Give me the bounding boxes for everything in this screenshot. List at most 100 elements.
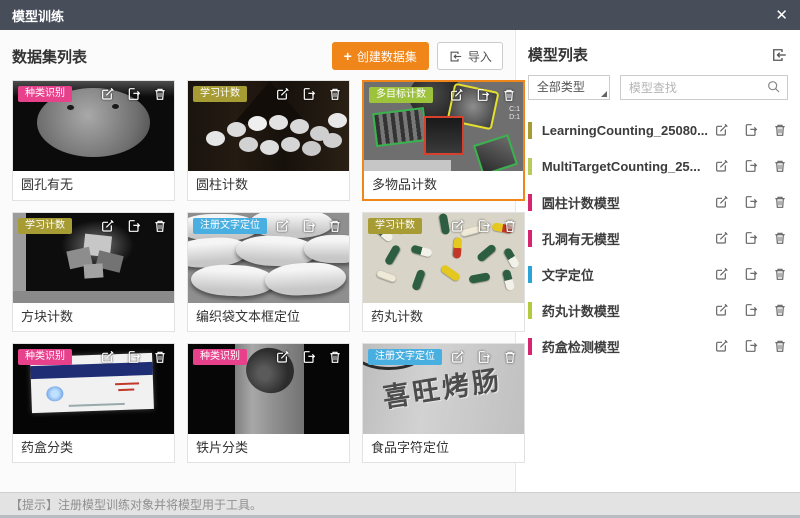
edit-icon[interactable] [450, 349, 466, 365]
thumb-shape [411, 245, 433, 258]
edit-icon[interactable] [449, 87, 465, 103]
trash-icon[interactable] [152, 349, 168, 365]
model-actions [714, 122, 788, 138]
model-row[interactable]: 药盒检测模型 [528, 328, 788, 364]
edit-icon[interactable] [714, 302, 730, 318]
dropdown-corner-icon [601, 91, 607, 97]
trash-icon[interactable] [772, 122, 788, 138]
dataset-panel-title: 数据集列表 [12, 46, 87, 67]
trash-icon[interactable] [152, 86, 168, 102]
dataset-card[interactable]: 种类识别 铁片分类 [187, 343, 350, 463]
model-search-input[interactable] [620, 75, 788, 100]
export-icon[interactable] [743, 122, 759, 138]
export-icon[interactable] [126, 349, 142, 365]
export-icon[interactable] [475, 87, 491, 103]
export-icon[interactable] [743, 338, 759, 354]
model-search [620, 75, 788, 100]
export-icon[interactable] [743, 194, 759, 210]
export-icon[interactable] [301, 86, 317, 102]
trash-icon[interactable] [772, 230, 788, 246]
export-icon[interactable] [476, 218, 492, 234]
model-name: 孔洞有无模型 [542, 229, 708, 248]
dataset-card[interactable]: 种类识别 药盒分类 [12, 343, 175, 463]
dataset-type-tag: 种类识别 [193, 349, 247, 365]
thumb-shape [375, 269, 397, 284]
thumb-bounding-box-red [424, 116, 464, 155]
export-icon[interactable] [301, 349, 317, 365]
dataset-type-tag: 学习计数 [18, 218, 72, 234]
thumb-shape [502, 269, 515, 291]
trash-icon[interactable] [772, 158, 788, 174]
export-icon[interactable] [743, 158, 759, 174]
dataset-card[interactable]: 种类识别 圆孔有无 [12, 80, 175, 201]
card-actions [100, 86, 168, 102]
dataset-card[interactable]: 注册文字定位 编织袋文本框定位 [187, 212, 350, 332]
dataset-card[interactable]: 喜旺烤肠 注册文字定位 食品字符定位 [362, 343, 525, 463]
edit-icon[interactable] [450, 218, 466, 234]
export-icon[interactable] [126, 218, 142, 234]
thumb-shape [114, 382, 138, 385]
dataset-card[interactable]: 学习计数 圆柱计数 [187, 80, 350, 201]
close-icon[interactable]: ✕ [775, 8, 788, 23]
model-row[interactable]: 药丸计数模型 [528, 292, 788, 328]
dataset-card[interactable]: 学习计数 药丸计数 [362, 212, 525, 332]
edit-icon[interactable] [714, 194, 730, 210]
export-icon[interactable] [743, 266, 759, 282]
thumb-package-text: 喜旺烤肠 [380, 358, 505, 415]
export-icon[interactable] [476, 349, 492, 365]
import-icon [448, 49, 463, 64]
trash-icon[interactable] [772, 338, 788, 354]
trash-icon[interactable] [502, 349, 518, 365]
edit-icon[interactable] [100, 218, 116, 234]
trash-icon[interactable] [772, 194, 788, 210]
model-row[interactable]: 文字定位 [528, 256, 788, 292]
edit-icon[interactable] [714, 266, 730, 282]
edit-icon[interactable] [714, 338, 730, 354]
model-row[interactable]: 圆柱计数模型 [528, 184, 788, 220]
import-dataset-button[interactable]: 导入 [437, 42, 503, 70]
edit-icon[interactable] [100, 349, 116, 365]
export-icon[interactable] [743, 230, 759, 246]
card-actions [275, 218, 343, 234]
create-dataset-button[interactable]: + 创建数据集 [332, 42, 429, 70]
edit-icon[interactable] [714, 230, 730, 246]
export-icon[interactable] [126, 86, 142, 102]
model-row[interactable]: MultiTargetCounting_25... [528, 148, 788, 184]
edit-icon[interactable] [275, 349, 291, 365]
import-model-icon[interactable] [770, 46, 788, 64]
dataset-panel: 数据集列表 + 创建数据集 导入 种 [0, 30, 515, 492]
thumb-shape [452, 237, 462, 259]
hint-text: 【提示】注册模型训练对象并将模型用于工具。 [10, 496, 262, 513]
trash-icon[interactable] [772, 266, 788, 282]
edit-icon[interactable] [714, 158, 730, 174]
trash-icon[interactable] [327, 86, 343, 102]
trash-icon[interactable] [501, 87, 517, 103]
dataset-card[interactable]: 学习计数 方块计数 [12, 212, 175, 332]
model-type-dropdown[interactable]: 全部类型 [528, 75, 610, 100]
dataset-name: 药盒分类 [13, 434, 174, 462]
trash-icon[interactable] [327, 349, 343, 365]
edit-icon[interactable] [275, 86, 291, 102]
edit-icon[interactable] [275, 218, 291, 234]
export-icon[interactable] [743, 302, 759, 318]
trash-icon[interactable] [772, 302, 788, 318]
trash-icon[interactable] [327, 218, 343, 234]
card-actions [450, 218, 518, 234]
edit-icon[interactable] [100, 86, 116, 102]
edit-icon[interactable] [714, 122, 730, 138]
dataset-name: 食品字符定位 [363, 434, 524, 462]
model-panel-header: 模型列表 [516, 30, 800, 75]
dataset-name: 圆孔有无 [13, 171, 174, 199]
export-icon[interactable] [301, 218, 317, 234]
model-name: 药盒检测模型 [542, 337, 708, 356]
model-row[interactable]: LearningCounting_25080... [528, 112, 788, 148]
trash-icon[interactable] [502, 218, 518, 234]
dataset-type-tag: 学习计数 [193, 86, 247, 102]
thumb-shape [439, 213, 451, 235]
dataset-name: 编织袋文本框定位 [188, 303, 349, 331]
model-row[interactable]: 孔洞有无模型 [528, 220, 788, 256]
search-icon[interactable] [766, 79, 782, 95]
trash-icon[interactable] [152, 218, 168, 234]
dataset-card-selected[interactable]: C:1 D:1 多目标计数 多物品计数 [362, 80, 525, 201]
model-color-bar [528, 158, 532, 175]
